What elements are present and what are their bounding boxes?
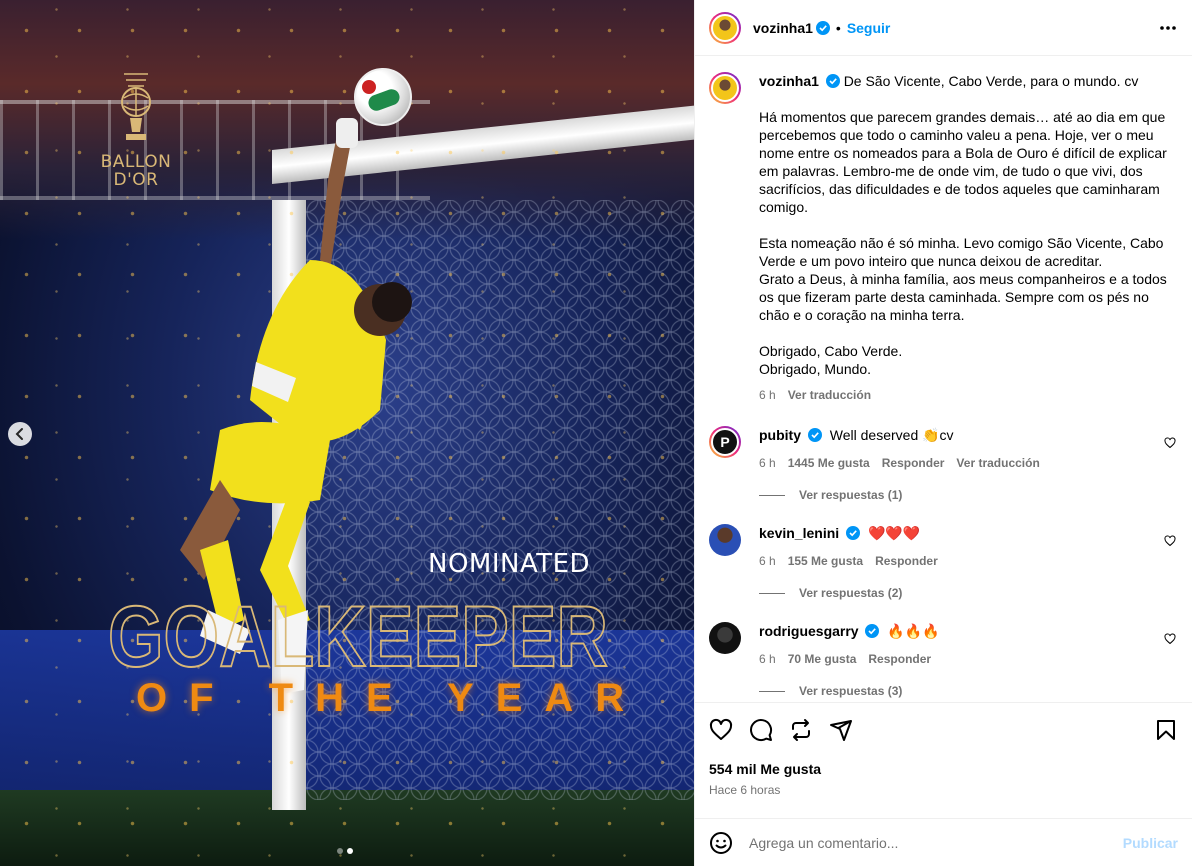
share-button[interactable] [829, 718, 853, 742]
view-replies-label: Ver respuestas (3) [799, 684, 903, 698]
share-paper-plane-icon [830, 720, 852, 741]
heart-icon [709, 718, 733, 740]
comment-button[interactable] [749, 718, 773, 742]
caption-time: 6 h [759, 388, 776, 402]
comment-username[interactable]: pubity [759, 427, 801, 443]
comment-avatar[interactable] [709, 524, 741, 556]
chevron-left-icon [15, 428, 23, 440]
save-button[interactable] [1154, 718, 1178, 742]
comment-text: Well deserved 👏cv [829, 427, 954, 443]
carousel-dots [337, 848, 353, 854]
comment-reply-button[interactable]: Responder [882, 454, 945, 472]
repost-button[interactable] [789, 718, 813, 742]
comment-likes[interactable]: 1445 Me gusta [788, 454, 870, 472]
caption-translate-link[interactable]: Ver traducción [788, 386, 871, 404]
view-replies-label: Ver respuestas (2) [799, 586, 903, 600]
caption-text: Há momentos que parecem grandes demais… … [759, 109, 1167, 377]
comment-username[interactable]: rodriguesgarry [759, 623, 859, 639]
carousel-dot-active [347, 848, 353, 854]
post-media[interactable]: BALLON D'OR NOMINATED GOALKEEPER OF THE … [0, 0, 694, 866]
ballon-dor-trophy-icon [121, 73, 151, 140]
view-replies-label: Ver respuestas (1) [799, 488, 903, 502]
comment-translate-link[interactable]: Ver traducción [956, 454, 1039, 472]
comment-reply-button[interactable]: Responder [868, 650, 931, 668]
goalkeeper-title-text: GOALKEEPER [108, 589, 608, 678]
author-username[interactable]: vozinha1 [753, 20, 813, 36]
verified-badge-icon [807, 428, 822, 442]
author-avatar[interactable] [709, 11, 741, 44]
comment-username[interactable]: kevin_lenini [759, 525, 839, 541]
comment-text: ❤️❤️❤️ [867, 525, 921, 541]
comment-item: P pubity Well deserved 👏cv 6 h 1445 Me g… [709, 426, 1178, 472]
of-the-year-title: OF THE YEAR [136, 676, 647, 720]
comment-reply-button[interactable]: Responder [875, 552, 938, 570]
repost-icon [792, 719, 810, 741]
more-options-button[interactable] [1158, 18, 1178, 38]
verified-badge-icon [815, 20, 830, 35]
bookmark-icon [1157, 720, 1175, 740]
comment-bubble-icon [750, 719, 773, 742]
view-replies-button[interactable]: Ver respuestas (3) [759, 684, 1178, 698]
verified-badge-icon [865, 624, 880, 638]
post-like-count[interactable]: 554 mil Me gusta [709, 761, 1178, 777]
caption-username[interactable]: vozinha1 [759, 73, 819, 89]
post-comment-button[interactable]: Publicar [1123, 835, 1178, 851]
comment-likes[interactable]: 155 Me gusta [788, 552, 863, 570]
comment-like-button[interactable] [1164, 436, 1176, 452]
post-caption: vozinha1 De São Vicente, Cabo Verde, par… [709, 72, 1178, 404]
comment-item: kevin_lenini ❤️❤️❤️ 6 h 155 Me gusta Res… [709, 524, 1178, 570]
emoji-button[interactable] [709, 831, 733, 855]
comment-avatar[interactable] [709, 622, 741, 654]
carousel-dot [337, 848, 343, 854]
post-side-panel: vozinha1 • Seguir vozinha1 De São Vicent… [694, 0, 1192, 866]
comment-avatar[interactable]: P [709, 426, 741, 458]
view-replies-button[interactable]: Ver respuestas (1) [759, 488, 1178, 502]
post-actions: 554 mil Me gusta Hace 6 horas [695, 702, 1192, 818]
instagram-post-modal: BALLON D'OR NOMINATED GOALKEEPER OF THE … [0, 0, 1192, 866]
comment-input[interactable] [749, 834, 1123, 851]
comment-likes[interactable]: 70 Me gusta [788, 650, 857, 668]
caption-first-line: De São Vicente, Cabo Verde, para o mundo… [843, 73, 1139, 89]
caption-author-avatar[interactable] [709, 72, 741, 104]
post-header: vozinha1 • Seguir [695, 0, 1192, 56]
header-separator: • [835, 19, 841, 36]
comment-text: 🔥🔥🔥 [887, 623, 940, 639]
heart-icon [1164, 437, 1176, 449]
heart-icon [1164, 535, 1176, 547]
more-options-icon [1160, 25, 1176, 30]
post-timestamp[interactable]: Hace 6 horas [709, 783, 1178, 797]
verified-badge-icon [825, 74, 840, 88]
comment-time: 6 h [759, 652, 776, 666]
comment-time: 6 h [759, 554, 776, 568]
nominated-label: NOMINATED [428, 549, 591, 579]
view-replies-button[interactable]: Ver respuestas (2) [759, 586, 1178, 600]
carousel-prev-button[interactable] [8, 422, 32, 446]
comment-item: rodriguesgarry 🔥🔥🔥 6 h 70 Me gusta Respo… [709, 622, 1178, 668]
comment-time: 6 h [759, 456, 776, 470]
heart-icon [1164, 633, 1176, 645]
comment-like-button[interactable] [1164, 534, 1176, 550]
follow-button[interactable]: Seguir [847, 20, 891, 36]
add-comment-bar: Publicar [695, 818, 1192, 866]
like-button[interactable] [709, 718, 733, 742]
goalkeeper-title: GOALKEEPER [108, 588, 609, 678]
emoji-icon [710, 831, 732, 854]
comment-like-button[interactable] [1164, 632, 1176, 648]
verified-badge-icon [846, 526, 861, 540]
comments-section[interactable]: vozinha1 De São Vicente, Cabo Verde, par… [695, 56, 1192, 702]
